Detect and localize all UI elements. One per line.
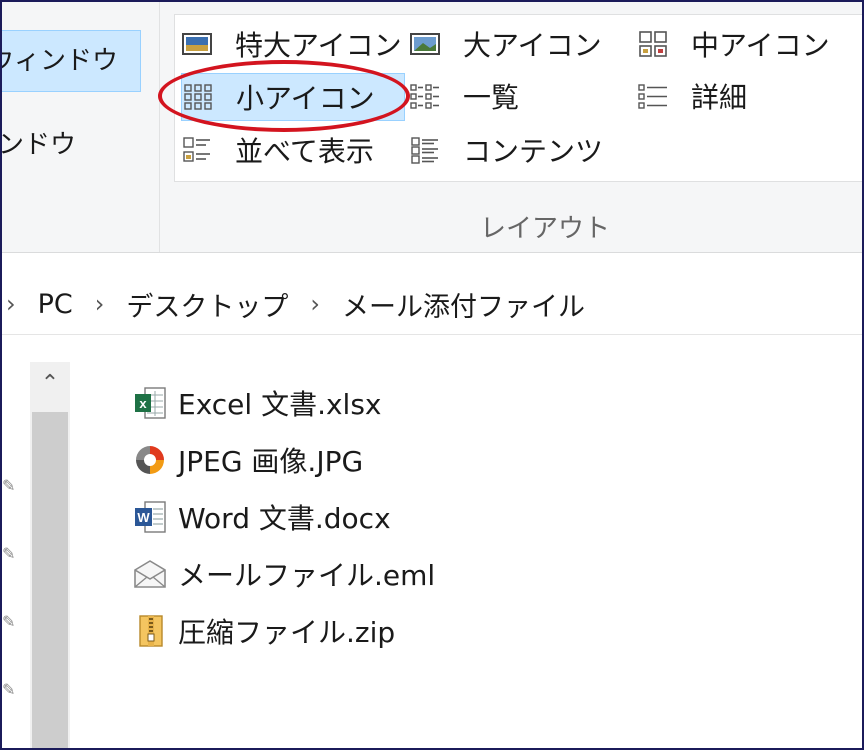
file-name: 圧縮ファイル.zip	[178, 615, 396, 649]
layout-large-icons[interactable]: 大アイコン	[409, 21, 602, 67]
layout-content[interactable]: コンテンツ	[409, 127, 603, 173]
pin-icon: ✎	[2, 476, 16, 495]
svg-text:W: W	[137, 510, 150, 525]
layout-medium-icons[interactable]: 中アイコン	[637, 21, 830, 67]
content-icon	[409, 135, 441, 165]
layout-label: コンテンツ	[463, 135, 604, 168]
layout-label: 中アイコン	[691, 29, 830, 62]
explorer-window: ウィンドウ ンドウ 特大アイコン 大アイコン	[0, 0, 864, 750]
details-pane-button[interactable]: ンドウ	[2, 120, 142, 170]
large-icons-icon	[409, 29, 441, 59]
layout-label: 特大アイコン	[235, 29, 402, 62]
file-item[interactable]: W Word 文書.docx	[130, 488, 435, 545]
file-name: JPEG 画像.JPG	[178, 444, 364, 478]
layout-details[interactable]: 詳細	[637, 73, 747, 119]
address-bar[interactable]: › PC › デスクトップ › メール添付ファイル	[2, 274, 862, 335]
chevron-right-icon[interactable]: ›	[6, 290, 16, 318]
layout-tiles[interactable]: 並べて表示	[181, 127, 374, 173]
scrollbar-thumb[interactable]	[32, 412, 68, 748]
medium-icons-icon	[637, 29, 669, 59]
details-pane-label: ンドウ	[2, 130, 77, 160]
file-list: x Excel 文書.xlsx JPEG 画像.JPG W Word 文書.do…	[130, 374, 435, 659]
scroll-up-arrow-icon[interactable]: ⌃	[30, 362, 70, 406]
file-item[interactable]: メールファイル.eml	[130, 545, 435, 602]
file-name: Excel 文書.xlsx	[178, 387, 382, 421]
file-item[interactable]: 圧縮ファイル.zip	[130, 602, 435, 659]
breadcrumb-desktop[interactable]: デスクトップ	[126, 285, 288, 324]
chevron-right-icon[interactable]: ›	[310, 290, 320, 318]
file-item[interactable]: x Excel 文書.xlsx	[130, 374, 435, 431]
excel-file-icon: x	[130, 383, 170, 423]
tiles-icon	[181, 135, 213, 165]
list-icon	[409, 81, 441, 111]
file-name: メールファイル.eml	[178, 558, 436, 592]
pin-icon: ✎	[2, 612, 16, 631]
breadcrumb-pc[interactable]: PC	[38, 289, 73, 320]
svg-text:x: x	[139, 396, 147, 411]
preview-pane-button[interactable]: ウィンドウ	[2, 30, 141, 92]
file-name: Word 文書.docx	[178, 501, 391, 535]
layout-label: 一覧	[463, 81, 520, 114]
ribbon-view-tab: ウィンドウ ンドウ 特大アイコン 大アイコン	[2, 2, 862, 253]
mail-file-icon	[130, 554, 170, 594]
zip-file-icon	[130, 611, 170, 651]
pin-icon: ✎	[2, 544, 16, 563]
layout-label: 並べて表示	[235, 135, 374, 168]
word-file-icon: W	[130, 497, 170, 537]
navigation-pane: ✎ ✎ ✎ ✎	[2, 336, 32, 748]
layout-label: 大アイコン	[463, 29, 602, 62]
details-icon	[637, 81, 669, 111]
pin-icon: ✎	[2, 680, 16, 699]
file-item[interactable]: JPEG 画像.JPG	[130, 431, 435, 488]
breadcrumb-current-folder[interactable]: メール添付ファイル	[342, 285, 585, 324]
layout-list[interactable]: 一覧	[409, 73, 519, 119]
panes-group: ウィンドウ ンドウ	[2, 2, 160, 252]
highlight-circle	[158, 60, 410, 132]
preview-pane-label: ウィンドウ	[2, 46, 119, 76]
chevron-right-icon[interactable]: ›	[95, 290, 105, 318]
layout-label: 詳細	[691, 81, 748, 114]
image-file-icon	[130, 440, 170, 480]
layout-group-label: レイアウト	[480, 214, 611, 244]
extra-large-icons-icon	[181, 29, 213, 59]
